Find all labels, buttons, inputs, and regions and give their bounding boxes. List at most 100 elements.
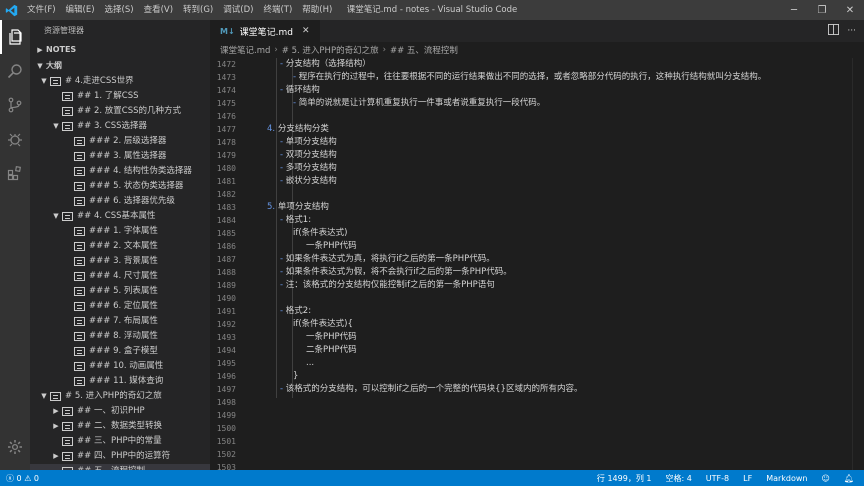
explorer-icon[interactable] <box>0 20 30 54</box>
outline-item[interactable]: ### 1. 字体属性 <box>30 224 210 239</box>
outline-item[interactable]: ▼ ## 3. CSS选择器 <box>30 119 210 134</box>
close-icon[interactable]: ✕ <box>836 0 864 20</box>
line-number: 1482 <box>216 190 236 199</box>
chevron-down-icon[interactable]: ▼ <box>38 389 50 404</box>
outline-item[interactable]: ### 9. 盒子模型 <box>30 344 210 359</box>
breadcrumb-item[interactable]: 课堂笔记.md <box>220 44 270 56</box>
outline-item[interactable]: ### 3. 背景属性 <box>30 254 210 269</box>
outline-item[interactable]: ### 11. 媒体查询 <box>30 374 210 389</box>
outline-item[interactable]: ▶ ## 二、数据类型转换 <box>30 419 210 434</box>
string-symbol-icon <box>74 377 85 386</box>
notes-section-header[interactable]: ▶ NOTES <box>30 42 210 58</box>
outline-item[interactable]: ▼ # 5. 进入PHP的奇幻之旅 <box>30 389 210 404</box>
outline-item[interactable]: ### 8. 浮动属性 <box>30 329 210 344</box>
split-editor-icon[interactable] <box>828 24 840 38</box>
outline-item[interactable]: ### 5. 列表属性 <box>30 284 210 299</box>
outline-item[interactable]: ### 3. 属性选择器 <box>30 149 210 164</box>
line-content: if(条件表达式){ <box>293 319 353 329</box>
line-content: 如果条件表达式为假，将不会执行if之后的第一条PHP代码。 <box>285 267 512 277</box>
menu-item[interactable]: 调试(D) <box>218 0 258 20</box>
line-text: - 单项分支结构 <box>242 136 337 149</box>
vscode-logo-icon <box>0 0 22 20</box>
outline-item[interactable]: ▼ # 4.走进CSS世界 <box>30 74 210 89</box>
tab-notes-md[interactable]: M↓ 课堂笔记.md ✕ <box>210 20 320 42</box>
line-number: 1483 <box>216 203 236 212</box>
menu-item[interactable]: 帮助(H) <box>297 0 337 20</box>
eol-status[interactable]: LF <box>743 474 752 483</box>
outline-item[interactable]: ### 7. 布局属性 <box>30 314 210 329</box>
source-control-icon[interactable] <box>0 88 30 122</box>
notifications-bell-icon[interactable]: 🔔︎ <box>844 474 854 483</box>
outline-item[interactable]: ## 2. 放置CSS的几种方式 <box>30 104 210 119</box>
string-symbol-icon <box>74 257 85 266</box>
search-icon[interactable] <box>0 54 30 88</box>
editor-area: M↓ 课堂笔记.md ✕ ··· 课堂笔记.md › # 5. 进入PHP的奇幻之旅… <box>210 20 864 470</box>
outline-item[interactable]: ### 10. 动画属性 <box>30 359 210 374</box>
warning-icon: ⚠ <box>24 473 32 483</box>
code-editor[interactable]: 1472 - 分支结构（选择结构） 1473 - 程序在执行的过程中，往往要根据不同的… <box>210 58 864 470</box>
line-text: 一条PHP代码 <box>242 331 357 344</box>
code-line: 1502 <box>210 448 864 461</box>
close-tab-icon[interactable]: ✕ <box>302 26 310 36</box>
outline-item[interactable]: ## 1. 了解CSS <box>30 89 210 104</box>
outline-item-label: ### 5. 状态伪类选择器 <box>89 181 184 191</box>
menu-item[interactable]: 文件(F) <box>22 0 61 20</box>
breadcrumb-item[interactable]: # 5. 进入PHP的奇幻之旅 <box>282 44 379 56</box>
chevron-down-icon[interactable]: ▼ <box>38 74 50 89</box>
line-text <box>242 448 254 461</box>
menu-item[interactable]: 终端(T) <box>258 0 297 20</box>
outline-section-header[interactable]: ▼ 大纲 <box>30 58 210 74</box>
feedback-icon[interactable]: ☺ <box>822 474 830 483</box>
language-mode[interactable]: Markdown <box>766 474 807 483</box>
chevron-down-icon[interactable]: ▼ <box>50 209 62 224</box>
chevron-down-icon[interactable]: ▼ <box>50 119 62 134</box>
line-content: 一条PHP代码 <box>306 241 357 251</box>
string-symbol-icon <box>62 407 73 416</box>
list-marker: 5. <box>267 202 278 212</box>
more-actions-icon[interactable]: ··· <box>847 26 856 36</box>
errors-status[interactable]: ⓧ 0 ⚠ 0 <box>6 473 39 484</box>
settings-gear-icon[interactable] <box>0 430 30 464</box>
string-symbol-icon <box>50 392 61 401</box>
outline-item[interactable]: ### 5. 状态伪类选择器 <box>30 179 210 194</box>
outline-item[interactable]: ### 4. 结构性伪类选择器 <box>30 164 210 179</box>
menu-item[interactable]: 选择(S) <box>100 0 139 20</box>
breadcrumb-item[interactable]: ## 五、流程控制 <box>390 44 458 56</box>
minimize-icon[interactable]: ─ <box>780 0 808 20</box>
string-symbol-icon <box>74 287 85 296</box>
cursor-position[interactable]: 行 1499，列 1 <box>597 473 652 484</box>
line-content: ... <box>306 358 315 368</box>
string-symbol-icon <box>74 332 85 341</box>
debug-icon[interactable] <box>0 122 30 156</box>
menu-item[interactable]: 转到(G) <box>178 0 218 20</box>
outline-item[interactable]: ▶ ## 一、初识PHP <box>30 404 210 419</box>
chevron-right-icon[interactable]: ▶ <box>50 404 62 419</box>
menu-item[interactable]: 编辑(E) <box>61 0 100 20</box>
line-content: 程序在执行的过程中，往往要根据不同的运行结果做出不同的选择，或者忽略部分代码的执… <box>298 72 767 82</box>
code-line: 1476 <box>210 110 864 123</box>
outline-item[interactable]: ### 2. 层级选择器 <box>30 134 210 149</box>
vertical-scrollbar[interactable] <box>852 58 864 470</box>
menu-item[interactable]: 查看(V) <box>139 0 178 20</box>
outline-section-label: 大纲 <box>46 61 62 70</box>
outline-item[interactable]: ▶ ## 四、PHP中的运算符 <box>30 449 210 464</box>
outline-item[interactable]: ### 6. 定位属性 <box>30 299 210 314</box>
explorer-sidebar: 资源管理器 ▶ NOTES ▼ 大纲 ▼ # 4.走进CSS世界 ## 1. 了解C… <box>30 20 210 470</box>
line-content: } <box>293 371 299 381</box>
outline-item[interactable]: ▼ ## 4. CSS基本属性 <box>30 209 210 224</box>
outline-item[interactable]: ## 三、PHP中的常量 <box>30 434 210 449</box>
chevron-right-icon[interactable]: ▶ <box>50 449 62 464</box>
outline-item[interactable]: ### 4. 尺寸属性 <box>30 269 210 284</box>
restore-icon[interactable]: ❐ <box>808 0 836 20</box>
chevron-right-icon[interactable]: ▶ <box>50 419 62 434</box>
line-content: 双项分支结构 <box>285 150 337 160</box>
indentation-status[interactable]: 空格: 4 <box>665 473 691 484</box>
outline-item[interactable]: ### 6. 选择器优先级 <box>30 194 210 209</box>
outline-item[interactable]: ### 2. 文本属性 <box>30 239 210 254</box>
outline-item-label: ### 4. 尺寸属性 <box>89 271 158 281</box>
extensions-icon[interactable] <box>0 156 30 190</box>
line-content: 格式1: <box>285 215 312 225</box>
line-text: 一条PHP代码 <box>242 240 357 253</box>
encoding-status[interactable]: UTF-8 <box>706 474 729 483</box>
line-number: 1488 <box>216 268 236 277</box>
